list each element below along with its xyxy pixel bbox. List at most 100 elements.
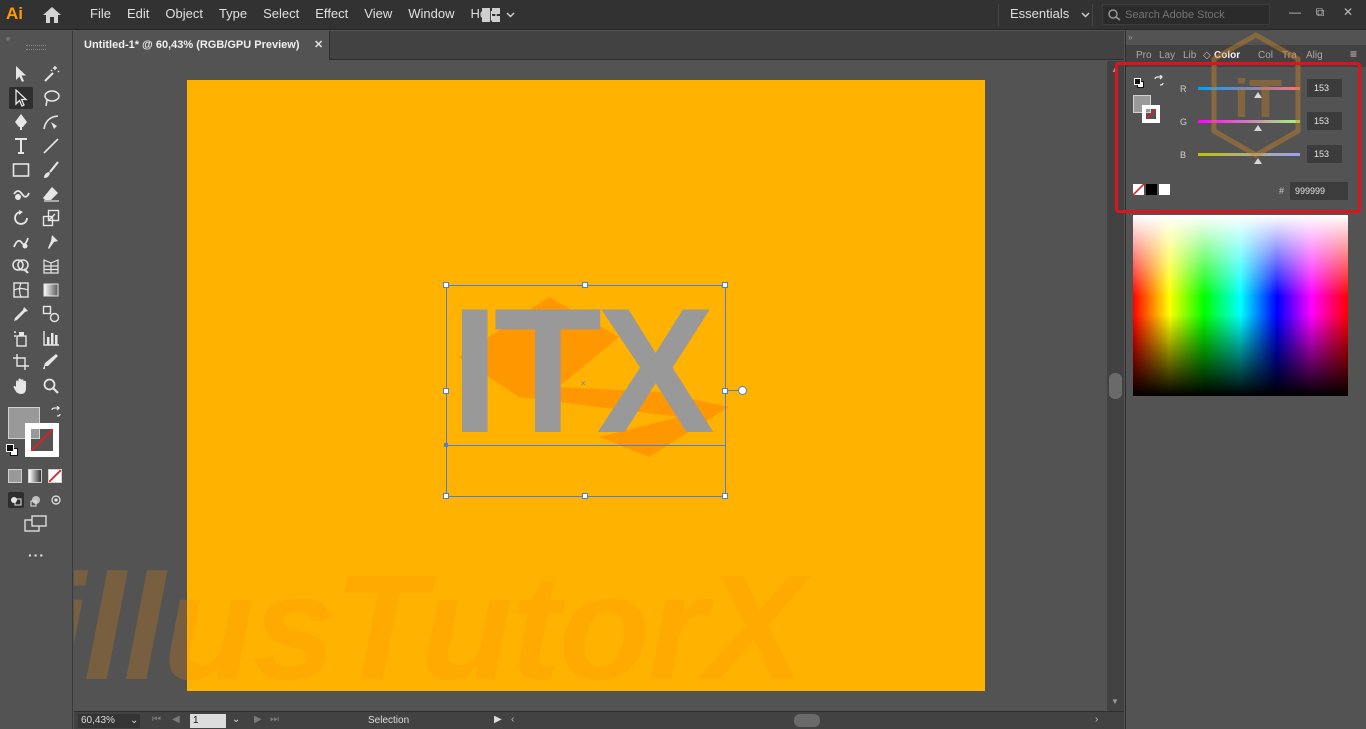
pen-tool[interactable]: [9, 111, 33, 133]
warp-tool[interactable]: [9, 231, 33, 253]
chevron-down-icon[interactable]: ⌄: [232, 714, 240, 725]
menu-edit[interactable]: Edit: [119, 0, 157, 30]
resize-handle-bottom-right[interactable]: [722, 493, 728, 499]
perspective-grid-tool[interactable]: [39, 255, 63, 277]
hand-tool[interactable]: [9, 375, 33, 397]
gradient-tool[interactable]: [39, 279, 63, 301]
mesh-tool[interactable]: [9, 279, 33, 301]
home-icon[interactable]: [42, 6, 62, 24]
document-tab[interactable]: Untitled-1* @ 60,43% (RGB/GPU Preview) ✕: [74, 31, 330, 60]
artboard-number-value: 1: [193, 715, 199, 726]
shaper-tool[interactable]: [9, 183, 33, 205]
close-window-button[interactable]: ✕: [1337, 3, 1359, 21]
artboard-tool[interactable]: [9, 351, 33, 373]
scroll-left-icon[interactable]: ‹: [511, 714, 514, 725]
next-artboard-icon[interactable]: ▶: [254, 714, 262, 725]
artboard-number-field[interactable]: 1: [190, 714, 226, 728]
status-bar: 60,43% ⌄ ⏮ ◀ 1 ⌄ ▶ ⏭ Selection ▶ ‹ ›: [74, 711, 1124, 729]
type-tool[interactable]: [9, 135, 33, 157]
arrange-documents-button[interactable]: [482, 6, 522, 24]
eraser-tool[interactable]: [39, 183, 63, 205]
scroll-down-icon[interactable]: ▼: [1111, 697, 1119, 706]
more-tools-icon[interactable]: ···: [28, 547, 45, 563]
resize-handle-top-left[interactable]: [443, 282, 449, 288]
rotate-tool[interactable]: [9, 207, 33, 229]
slice-icon: [43, 354, 58, 369]
shape-builder-tool[interactable]: [9, 255, 33, 277]
tab-libraries[interactable]: Lib: [1183, 50, 1196, 61]
none-mode-button[interactable]: [48, 469, 62, 483]
color-spectrum[interactable]: [1133, 215, 1348, 396]
menu-window[interactable]: Window: [400, 0, 462, 30]
baseline-anchor: [444, 443, 448, 447]
screen-mode-icon[interactable]: [24, 515, 48, 533]
text-threading-handle[interactable]: [738, 386, 747, 395]
zoom-level-value: 60,43%: [81, 715, 115, 726]
rectangle-tool[interactable]: [9, 159, 33, 181]
restore-button[interactable]: ⧉: [1309, 3, 1331, 21]
canvas-area[interactable]: ITX × illusTutorX: [74, 61, 1107, 711]
curvature-icon: [43, 115, 59, 130]
stroke-swatch[interactable]: [25, 423, 59, 457]
zoom-tool[interactable]: [39, 375, 63, 397]
panel-menu-icon[interactable]: ≡: [1350, 47, 1357, 61]
collapse-icon[interactable]: «: [6, 34, 10, 43]
chevron-down-icon: [1081, 12, 1090, 18]
blend-tool[interactable]: [39, 303, 63, 325]
curvature-tool[interactable]: [39, 111, 63, 133]
resize-handle-top[interactable]: [582, 282, 588, 288]
close-tab-icon[interactable]: ✕: [314, 38, 323, 51]
workspace-switcher[interactable]: Essentials: [1010, 0, 1090, 28]
resize-handle-top-right[interactable]: [722, 282, 728, 288]
horizontal-scroll-thumb[interactable]: [794, 714, 820, 727]
first-artboard-icon[interactable]: ⏮: [152, 714, 161, 725]
color-mode-button[interactable]: [8, 469, 22, 483]
panel-grip[interactable]: [26, 45, 46, 50]
eyedropper-tool[interactable]: [9, 303, 33, 325]
minimize-button[interactable]: —: [1284, 3, 1306, 21]
expand-panels-icon[interactable]: »: [1128, 33, 1132, 42]
tab-properties[interactable]: Pro: [1136, 50, 1152, 61]
column-graph-tool[interactable]: [39, 327, 63, 349]
magic-wand-tool[interactable]: [39, 63, 63, 85]
menu-file[interactable]: File: [82, 0, 119, 30]
vertical-scroll-thumb[interactable]: [1109, 373, 1122, 399]
slice-tool[interactable]: [39, 351, 63, 373]
resize-handle-bottom-left[interactable]: [443, 493, 449, 499]
draw-normal-button[interactable]: [8, 492, 24, 508]
menu-type[interactable]: Type: [211, 0, 255, 30]
menu-view[interactable]: View: [356, 0, 400, 30]
tab-layers[interactable]: Lay: [1159, 50, 1175, 61]
previous-artboard-icon[interactable]: ◀: [172, 714, 180, 725]
resize-handle-bottom[interactable]: [582, 493, 588, 499]
rectangle-icon: [12, 163, 30, 177]
draw-behind-button[interactable]: [28, 492, 44, 508]
draw-inside-button[interactable]: [48, 492, 64, 508]
paintbrush-icon: [44, 161, 59, 178]
last-artboard-icon[interactable]: ⏭: [270, 714, 279, 725]
text-baseline: [446, 445, 725, 446]
resize-handle-right[interactable]: [722, 388, 728, 394]
zoom-level-field[interactable]: 60,43% ⌄: [78, 714, 140, 728]
scale-tool[interactable]: [39, 207, 63, 229]
selection-tool[interactable]: [9, 63, 33, 85]
search-input[interactable]: [1125, 6, 1265, 23]
tab-align[interactable]: Alig: [1306, 50, 1323, 61]
status-menu-arrow-icon[interactable]: ▶: [494, 714, 502, 725]
itx-text-object[interactable]: ITX: [450, 282, 715, 460]
symbol-sprayer-tool[interactable]: [9, 327, 33, 349]
scroll-right-icon[interactable]: ›: [1095, 714, 1098, 725]
gradient-mode-button[interactable]: [28, 469, 42, 483]
lasso-tool[interactable]: [39, 87, 63, 109]
default-fill-stroke-icon[interactable]: [6, 444, 18, 456]
direct-selection-tool[interactable]: [9, 87, 33, 109]
resize-handle-left[interactable]: [443, 388, 449, 394]
line-tool[interactable]: [39, 135, 63, 157]
menu-object[interactable]: Object: [157, 0, 211, 30]
puppet-warp-tool[interactable]: [39, 231, 63, 253]
paintbrush-tool[interactable]: [39, 159, 63, 181]
menu-effect[interactable]: Effect: [307, 0, 356, 30]
document-tab-bar: Untitled-1* @ 60,43% (RGB/GPU Preview) ✕: [74, 31, 1124, 60]
swap-fill-stroke-icon[interactable]: [50, 405, 62, 421]
menu-select[interactable]: Select: [255, 0, 307, 30]
